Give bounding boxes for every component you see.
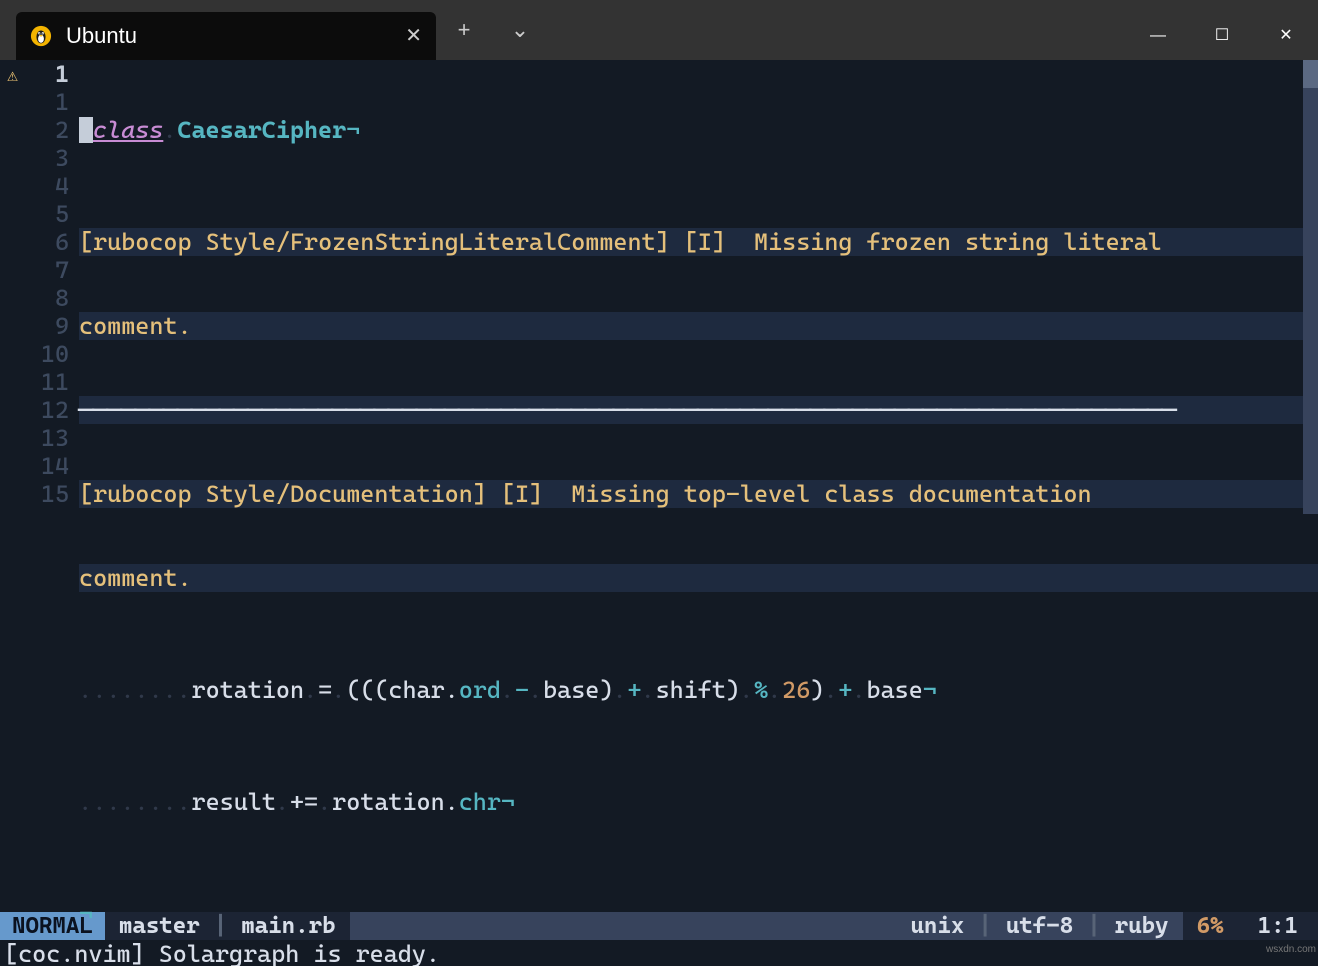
class-name: CaesarCipher [177, 116, 346, 144]
tab-close-button[interactable]: ✕ [405, 22, 422, 50]
diagnostic-text: [rubocop Style/Documentation] [I] Missin… [79, 480, 1106, 508]
operator: += [290, 788, 318, 816]
line-number: 13 [25, 424, 69, 452]
eol-marker: ¬ [501, 788, 515, 816]
window-close-button[interactable]: ✕ [1254, 12, 1318, 60]
diagnostic-line: [rubocop Style/Documentation] [I] Missin… [79, 480, 1318, 508]
line-number-current: 1 [25, 60, 69, 88]
diagnostic-text: comment. [79, 564, 192, 592]
minimize-button[interactable]: — [1126, 12, 1190, 60]
window-controls: — ☐ ✕ [1126, 12, 1318, 60]
identifier: rotation [192, 676, 305, 704]
indent-guides: ........ [79, 788, 192, 816]
line-number: 5 [25, 200, 69, 228]
identifier: base) [543, 676, 613, 704]
identifier: result [192, 788, 276, 816]
line-number: 15 [25, 480, 69, 508]
diagnostic-text: [rubocop Style/FrozenStringLiteralCommen… [79, 228, 1176, 256]
operator: + [838, 676, 852, 704]
separator-text: ────────────────────────────────────────… [79, 396, 1176, 424]
line-number: 9 [25, 312, 69, 340]
diagnostic-text: comment. [79, 312, 192, 340]
line-number: 12 [25, 396, 69, 424]
line-number: 3 [25, 144, 69, 172]
identifier: shift) [656, 676, 740, 704]
method: chr [459, 788, 501, 816]
line-number: 6 [25, 228, 69, 256]
code-line[interactable]: class.CaesarCipher¬ [79, 116, 1318, 144]
tab-title: Ubuntu [66, 22, 391, 50]
keyword-class: class [93, 116, 163, 144]
code-line[interactable]: ........result.+=.rotation.chr¬ [79, 788, 1318, 816]
eol-marker: ¬ [346, 116, 360, 144]
line-number: 7 [25, 256, 69, 284]
line-number: 2 [25, 116, 69, 144]
eol-marker: ¬ [79, 900, 93, 928]
scrollbar[interactable] [1303, 60, 1318, 514]
tab-ubuntu[interactable]: Ubuntu ✕ [16, 12, 436, 60]
line-number: 11 [25, 368, 69, 396]
identifier: (((char [346, 676, 444, 704]
code-area[interactable]: class.CaesarCipher¬ [rubocop Style/Froze… [79, 60, 1318, 912]
editor[interactable]: ⚠ 1 1 2 3 4 5 6 7 8 9 10 11 12 13 14 15 … [0, 60, 1318, 912]
line-number: 4 [25, 172, 69, 200]
tab-dropdown-button[interactable]: ⌄ [492, 0, 548, 60]
diagnostic-line: comment. [79, 312, 1318, 340]
method: ord [459, 676, 501, 704]
operator: + [627, 676, 641, 704]
number: 26 [782, 676, 810, 704]
code-line[interactable]: ¬ [79, 900, 1318, 928]
window-titlebar: Ubuntu ✕ + ⌄ — ☐ ✕ [0, 0, 1318, 60]
identifier: base [867, 676, 923, 704]
operator: = [318, 676, 332, 704]
identifier: rotation [332, 788, 445, 816]
code-line[interactable]: ........rotation.=.(((char.ord.-.base).+… [79, 676, 1318, 704]
whitespace-dot: . [163, 116, 177, 144]
warning-icon: ⚠ [0, 60, 25, 90]
operator: - [515, 676, 529, 704]
paren: ) [810, 676, 824, 704]
sign-column: ⚠ [0, 60, 25, 912]
diagnostic-separator: ────────────────────────────────────────… [79, 396, 1318, 424]
gutter: 1 1 2 3 4 5 6 7 8 9 10 11 12 13 14 15 [25, 60, 79, 912]
line-number: 10 [25, 340, 69, 368]
watermark: wsxdn.com [1266, 936, 1316, 964]
line-number: 14 [25, 452, 69, 480]
tab-strip: Ubuntu ✕ + ⌄ [0, 0, 548, 60]
maximize-button[interactable]: ☐ [1190, 12, 1254, 60]
line-number: 1 [25, 88, 69, 116]
diagnostic-line: comment. [79, 564, 1318, 592]
tux-icon [30, 25, 52, 47]
diagnostic-line: [rubocop Style/FrozenStringLiteralCommen… [79, 228, 1318, 256]
eol-marker: ¬ [923, 676, 937, 704]
cursor [79, 117, 93, 143]
indent-guides: ........ [79, 676, 192, 704]
new-tab-button[interactable]: + [436, 0, 492, 60]
line-number: 8 [25, 284, 69, 312]
operator: % [754, 676, 768, 704]
